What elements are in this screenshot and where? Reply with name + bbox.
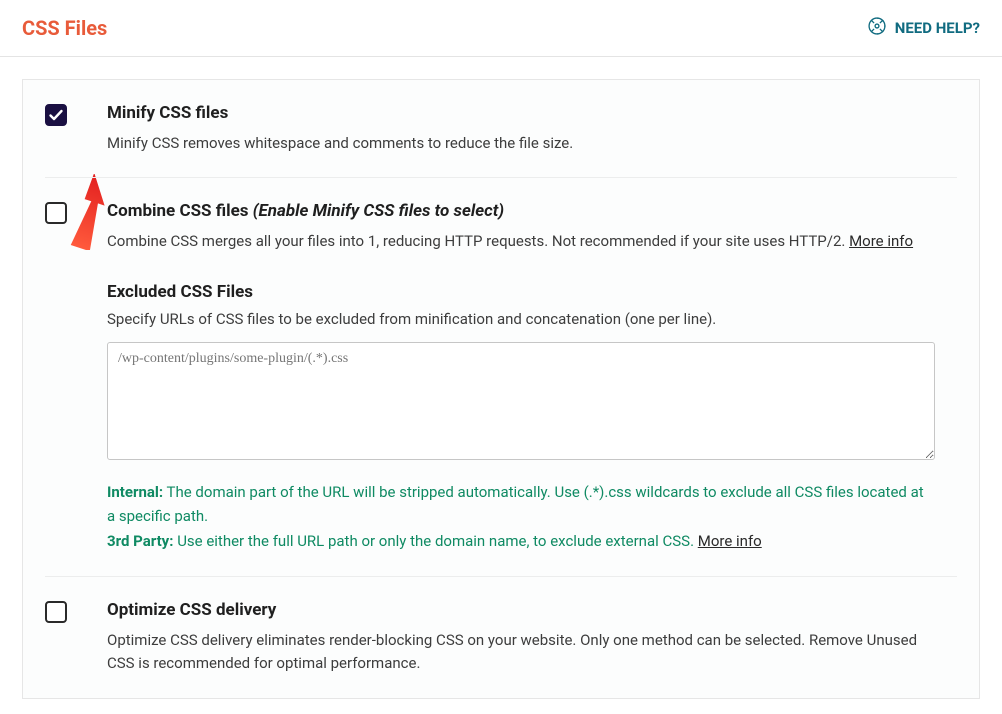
excluded-hints: Internal: The domain part of the URL wil…	[107, 480, 935, 554]
combine-css-desc: Combine CSS merges all your files into 1…	[107, 230, 935, 253]
combine-css-suffix: (Enable Minify CSS files to select)	[253, 201, 504, 221]
excluded-title: Excluded CSS Files	[107, 282, 935, 302]
optimize-css-title: Optimize CSS delivery	[107, 599, 935, 621]
combine-more-info-link[interactable]: More info	[849, 232, 913, 250]
excluded-css-textarea[interactable]	[107, 342, 935, 460]
hint-internal-text: The domain part of the URL will be strip…	[107, 483, 924, 526]
option-combine-css: Combine CSS files (Enable Minify CSS fil…	[45, 178, 957, 263]
excluded-css-section: Excluded CSS Files Specify URLs of CSS f…	[45, 264, 957, 577]
hint-internal-label: Internal:	[107, 483, 163, 501]
minify-css-title: Minify CSS files	[107, 102, 935, 124]
combine-css-title: Combine CSS files (Enable Minify CSS fil…	[107, 200, 935, 222]
hint-3rd-text: Use either the full URL path or only the…	[173, 532, 697, 550]
page-header: CSS Files NEED HELP?	[0, 0, 1002, 57]
option-minify-css: Minify CSS files Minify CSS removes whit…	[45, 80, 957, 178]
minify-css-desc: Minify CSS removes whitespace and commen…	[107, 132, 935, 155]
optimize-css-desc: Optimize CSS delivery eliminates render-…	[107, 629, 935, 676]
need-help-label: NEED HELP?	[895, 19, 980, 37]
excluded-desc: Specify URLs of CSS files to be excluded…	[107, 310, 935, 328]
help-icon	[867, 16, 887, 40]
minify-css-checkbox[interactable]	[45, 104, 67, 126]
option-optimize-css: Optimize CSS delivery Optimize CSS deliv…	[45, 577, 957, 698]
page-title: CSS Files	[22, 16, 107, 40]
excluded-more-info-link[interactable]: More info	[698, 532, 762, 550]
combine-css-checkbox[interactable]	[45, 202, 67, 224]
need-help-button[interactable]: NEED HELP?	[867, 16, 980, 40]
hint-3rd-label: 3rd Party:	[107, 532, 173, 550]
optimize-css-checkbox[interactable]	[45, 601, 67, 623]
settings-panel: Minify CSS files Minify CSS removes whit…	[22, 79, 980, 699]
